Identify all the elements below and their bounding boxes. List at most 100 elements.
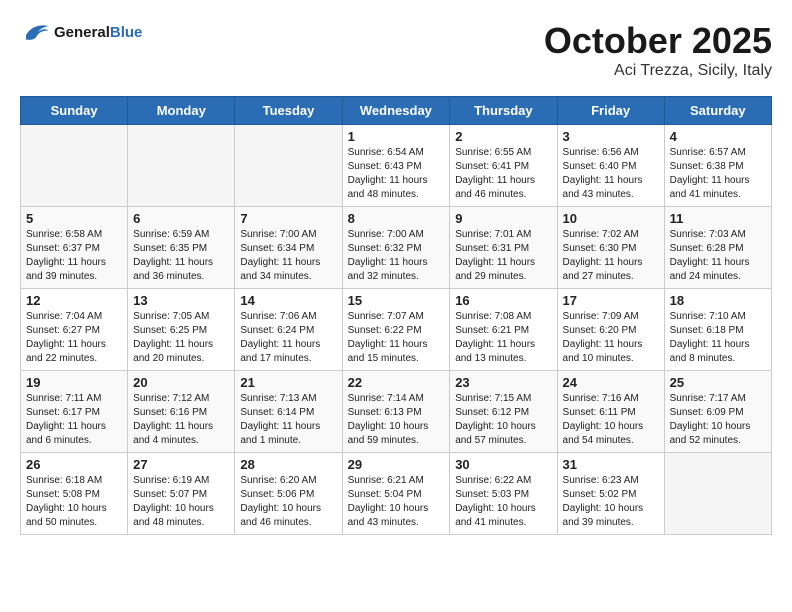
day-number: 9 (455, 211, 551, 226)
day-info: Sunrise: 7:06 AM Sunset: 6:24 PM Dayligh… (240, 310, 336, 366)
day-number: 6 (133, 211, 229, 226)
weekday-header-friday: Friday (557, 97, 664, 125)
day-info: Sunrise: 6:56 AM Sunset: 6:40 PM Dayligh… (563, 146, 659, 202)
day-number: 23 (455, 375, 551, 390)
weekday-header-sunday: Sunday (21, 97, 128, 125)
weekday-header-saturday: Saturday (664, 97, 771, 125)
day-number: 29 (348, 457, 445, 472)
week-row-1: 1Sunrise: 6:54 AM Sunset: 6:43 PM Daylig… (21, 125, 772, 207)
calendar-cell: 11 Sunrise: 7:03 AM Sunset: 6:28 PM Dayli… (664, 207, 771, 289)
calendar-cell: 28Sunrise: 6:20 AM Sunset: 5:06 PM Dayli… (235, 453, 342, 535)
day-number: 18 (670, 293, 766, 308)
day-number: 28 (240, 457, 336, 472)
calendar-cell: 25 Sunrise: 7:17 AM Sunset: 6:09 PM Dayli… (664, 371, 771, 453)
weekday-header-monday: Monday (128, 97, 235, 125)
day-number: 25 (670, 375, 766, 390)
weekday-header-thursday: Thursday (450, 97, 557, 125)
weekday-header-tuesday: Tuesday (235, 97, 342, 125)
day-info: Sunrise: 7:03 AM Sunset: 6:28 PM Dayligh… (670, 228, 766, 284)
calendar-cell: 20 Sunrise: 7:12 AM Sunset: 6:16 PM Dayli… (128, 371, 235, 453)
day-number: 27 (133, 457, 229, 472)
day-info: Sunrise: 7:00 AM Sunset: 6:32 PM Dayligh… (348, 228, 445, 284)
day-info: Sunrise: 7:10 AM Sunset: 6:18 PM Dayligh… (670, 310, 766, 366)
logo-text: GeneralBlue (54, 24, 142, 41)
calendar-cell (664, 453, 771, 535)
day-info: Sunrise: 6:55 AM Sunset: 6:41 PM Dayligh… (455, 146, 551, 202)
day-info: Sunrise: 6:21 AM Sunset: 5:04 PM Dayligh… (348, 474, 445, 530)
calendar-cell (235, 125, 342, 207)
day-number: 21 (240, 375, 336, 390)
calendar-cell: 3 Sunrise: 6:56 AM Sunset: 6:40 PM Daylig… (557, 125, 664, 207)
day-number: 19 (26, 375, 122, 390)
logo-bird-icon (20, 20, 50, 44)
calendar-cell: 9 Sunrise: 7:01 AM Sunset: 6:31 PM Daylig… (450, 207, 557, 289)
day-number: 22 (348, 375, 445, 390)
day-info: Sunrise: 7:02 AM Sunset: 6:30 PM Dayligh… (563, 228, 659, 284)
calendar-cell: 29 Sunrise: 6:21 AM Sunset: 5:04 PM Dayli… (342, 453, 450, 535)
calendar-cell (128, 125, 235, 207)
weekday-header-wednesday: Wednesday (342, 97, 450, 125)
day-info: Sunrise: 7:00 AM Sunset: 6:34 PM Dayligh… (240, 228, 336, 284)
calendar-cell: 4 Sunrise: 6:57 AM Sunset: 6:38 PM Daylig… (664, 125, 771, 207)
day-info: Sunrise: 6:54 AM Sunset: 6:43 PM Dayligh… (348, 146, 445, 202)
day-info: Sunrise: 7:16 AM Sunset: 6:11 PM Dayligh… (563, 392, 659, 448)
calendar-cell: 26 Sunrise: 6:18 AM Sunset: 5:08 PM Dayli… (21, 453, 128, 535)
day-number: 4 (670, 129, 766, 144)
day-number: 30 (455, 457, 551, 472)
logo: GeneralBlue (20, 20, 142, 44)
day-info: Sunrise: 6:18 AM Sunset: 5:08 PM Dayligh… (26, 474, 122, 530)
calendar-cell: 17Sunrise: 7:09 AM Sunset: 6:20 PM Dayli… (557, 289, 664, 371)
day-info: Sunrise: 6:23 AM Sunset: 5:02 PM Dayligh… (563, 474, 659, 530)
calendar-cell: 2 Sunrise: 6:55 AM Sunset: 6:41 PM Daylig… (450, 125, 557, 207)
day-number: 31 (563, 457, 659, 472)
day-number: 5 (26, 211, 122, 226)
day-number: 15 (348, 293, 445, 308)
day-info: Sunrise: 7:13 AM Sunset: 6:14 PM Dayligh… (240, 392, 336, 448)
day-number: 26 (26, 457, 122, 472)
calendar-cell: 21 Sunrise: 7:13 AM Sunset: 6:14 PM Dayli… (235, 371, 342, 453)
day-info: Sunrise: 7:11 AM Sunset: 6:17 PM Dayligh… (26, 392, 122, 448)
day-number: 10 (563, 211, 659, 226)
calendar-cell: 1Sunrise: 6:54 AM Sunset: 6:43 PM Daylig… (342, 125, 450, 207)
day-number: 11 (670, 211, 766, 226)
calendar-cell: 23 Sunrise: 7:15 AM Sunset: 6:12 PM Dayli… (450, 371, 557, 453)
day-info: Sunrise: 6:19 AM Sunset: 5:07 PM Dayligh… (133, 474, 229, 530)
day-number: 3 (563, 129, 659, 144)
month-title: October 2025 (544, 20, 772, 62)
day-info: Sunrise: 7:08 AM Sunset: 6:21 PM Dayligh… (455, 310, 551, 366)
day-number: 13 (133, 293, 229, 308)
calendar-cell: 24 Sunrise: 7:16 AM Sunset: 6:11 PM Dayli… (557, 371, 664, 453)
day-info: Sunrise: 6:58 AM Sunset: 6:37 PM Dayligh… (26, 228, 122, 284)
day-info: Sunrise: 7:12 AM Sunset: 6:16 PM Dayligh… (133, 392, 229, 448)
day-number: 2 (455, 129, 551, 144)
calendar-cell: 13Sunrise: 7:05 AM Sunset: 6:25 PM Dayli… (128, 289, 235, 371)
day-number: 14 (240, 293, 336, 308)
calendar-cell: 8 Sunrise: 7:00 AM Sunset: 6:32 PM Daylig… (342, 207, 450, 289)
weekday-header-row: SundayMondayTuesdayWednesdayThursdayFrid… (21, 97, 772, 125)
calendar-cell: 19 Sunrise: 7:11 AM Sunset: 6:17 PM Dayli… (21, 371, 128, 453)
title-block: October 2025 Aci Trezza, Sicily, Italy (544, 20, 772, 80)
day-info: Sunrise: 7:01 AM Sunset: 6:31 PM Dayligh… (455, 228, 551, 284)
calendar-cell: 22 Sunrise: 7:14 AM Sunset: 6:13 PM Dayli… (342, 371, 450, 453)
day-number: 8 (348, 211, 445, 226)
calendar-cell (21, 125, 128, 207)
week-row-5: 26 Sunrise: 6:18 AM Sunset: 5:08 PM Dayli… (21, 453, 772, 535)
calendar-cell: 16 Sunrise: 7:08 AM Sunset: 6:21 PM Dayli… (450, 289, 557, 371)
calendar-cell: 18 Sunrise: 7:10 AM Sunset: 6:18 PM Dayli… (664, 289, 771, 371)
calendar-cell: 6 Sunrise: 6:59 AM Sunset: 6:35 PM Daylig… (128, 207, 235, 289)
day-info: Sunrise: 7:15 AM Sunset: 6:12 PM Dayligh… (455, 392, 551, 448)
day-info: Sunrise: 7:17 AM Sunset: 6:09 PM Dayligh… (670, 392, 766, 448)
calendar-cell: 12Sunrise: 7:04 AM Sunset: 6:27 PM Dayli… (21, 289, 128, 371)
day-number: 20 (133, 375, 229, 390)
day-info: Sunrise: 6:57 AM Sunset: 6:38 PM Dayligh… (670, 146, 766, 202)
day-number: 24 (563, 375, 659, 390)
day-info: Sunrise: 7:07 AM Sunset: 6:22 PM Dayligh… (348, 310, 445, 366)
day-number: 16 (455, 293, 551, 308)
calendar-cell: 31 Sunrise: 6:23 AM Sunset: 5:02 PM Dayli… (557, 453, 664, 535)
calendar-cell: 5 Sunrise: 6:58 AM Sunset: 6:37 PM Daylig… (21, 207, 128, 289)
calendar-table: SundayMondayTuesdayWednesdayThursdayFrid… (20, 96, 772, 535)
day-info: Sunrise: 6:59 AM Sunset: 6:35 PM Dayligh… (133, 228, 229, 284)
calendar-cell: 14 Sunrise: 7:06 AM Sunset: 6:24 PM Dayli… (235, 289, 342, 371)
calendar-cell: 30Sunrise: 6:22 AM Sunset: 5:03 PM Dayli… (450, 453, 557, 535)
day-info: Sunrise: 7:14 AM Sunset: 6:13 PM Dayligh… (348, 392, 445, 448)
